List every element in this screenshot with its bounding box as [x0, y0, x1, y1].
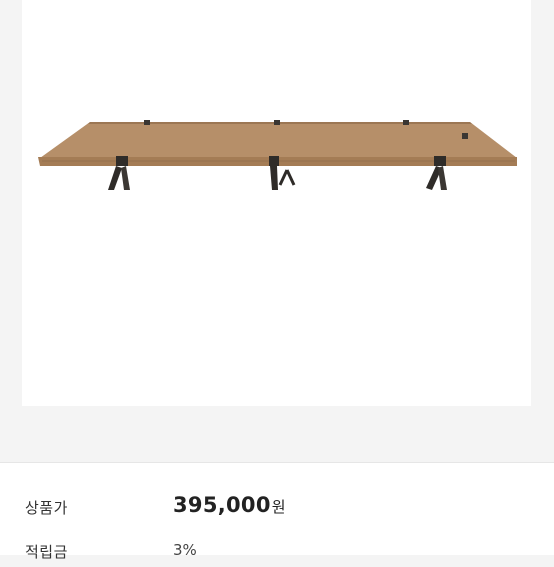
price-amount: 395,000 — [173, 493, 271, 517]
points-value: 3% — [173, 541, 197, 559]
points-row: 적립금 3% — [0, 537, 554, 567]
price-row: 상품가 395,000원 — [0, 493, 554, 523]
product-info-panel: 상품가 395,000원 적립금 3% — [0, 462, 554, 561]
price-currency: 원 — [271, 498, 286, 516]
camping-cot-image — [38, 120, 517, 190]
points-label: 적립금 — [25, 543, 68, 561]
price-value: 395,000원 — [173, 493, 286, 517]
middle-leg — [269, 156, 279, 190]
price-label: 상품가 — [25, 499, 68, 517]
product-image[interactable] — [22, 0, 531, 406]
